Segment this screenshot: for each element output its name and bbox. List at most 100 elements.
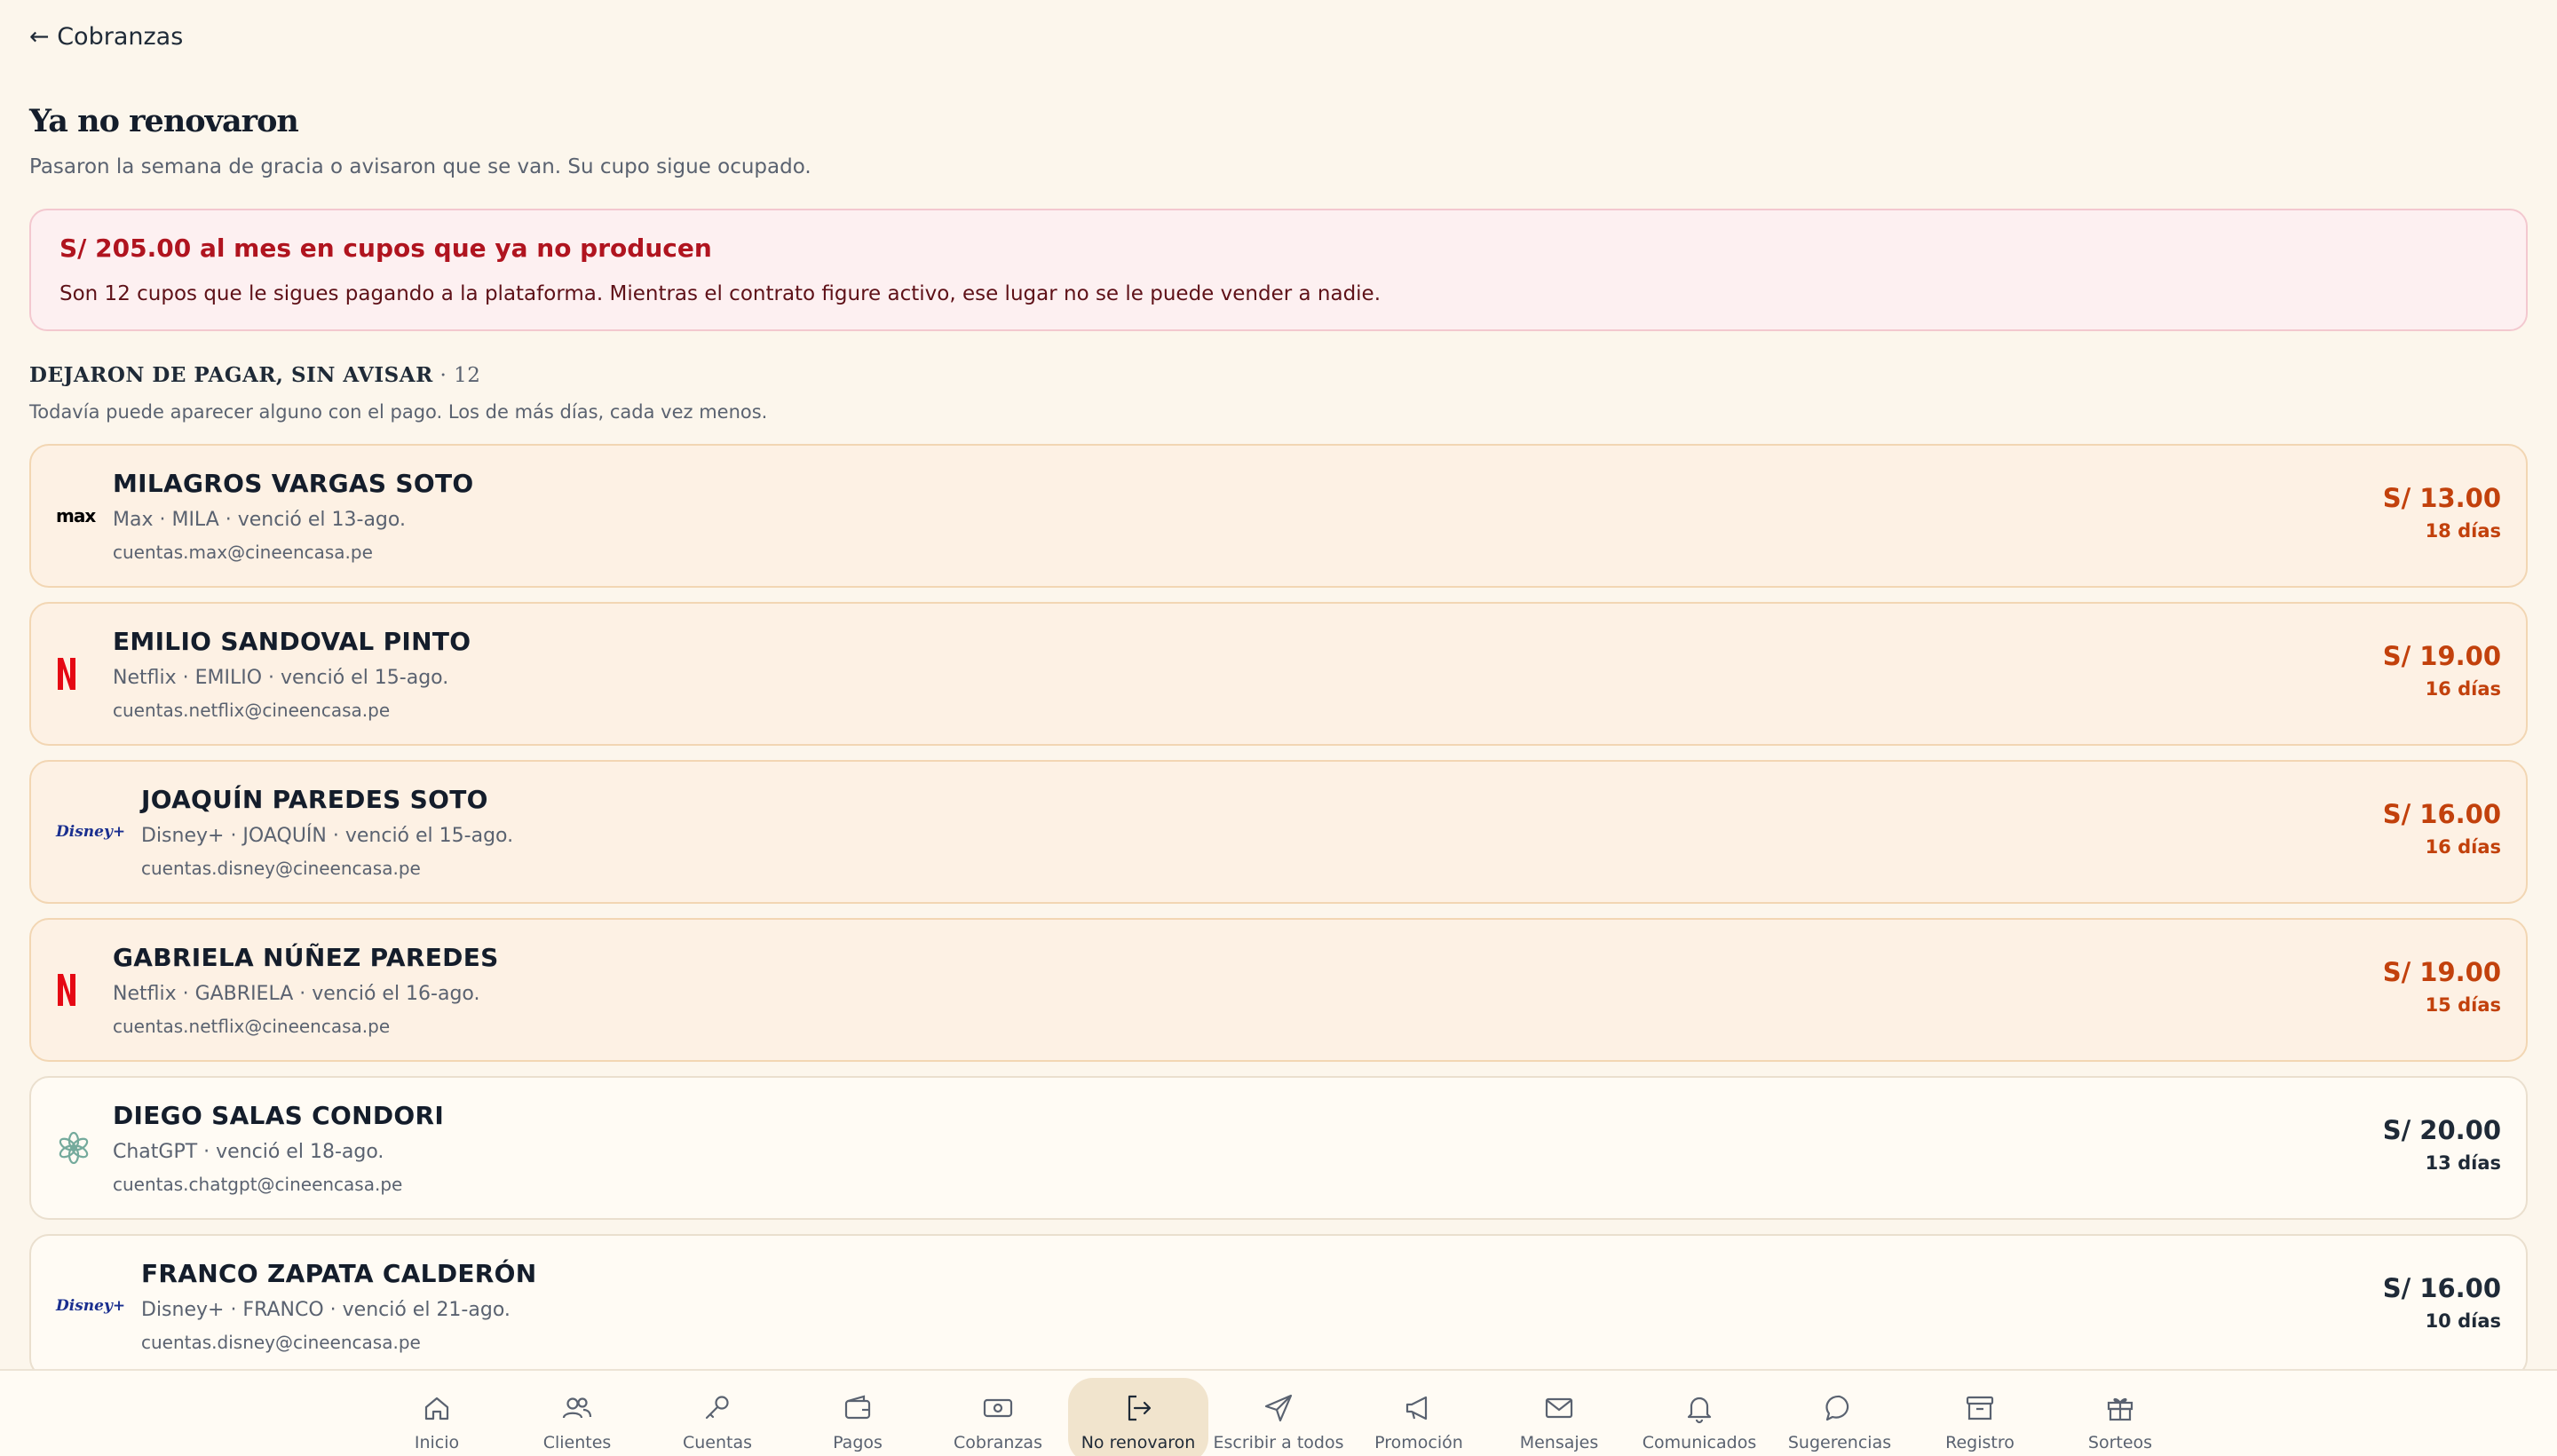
nav-label: Escribir a todos bbox=[1213, 1433, 1344, 1452]
nav-item-banknote[interactable]: Cobranzas bbox=[928, 1378, 1068, 1456]
client-name: JOAQUÍN PAREDES SOTO bbox=[141, 785, 488, 814]
bell-icon bbox=[1687, 1397, 1712, 1424]
client-row[interactable]: EMILIO SANDOVAL PINTO Netflix · EMILIO · … bbox=[29, 602, 2528, 746]
days-overdue: 16 días bbox=[2425, 836, 2501, 858]
nav-label: Clientes bbox=[542, 1433, 612, 1452]
disney-plus-logo: Disney+ bbox=[56, 823, 126, 841]
banknote-icon bbox=[983, 1398, 1013, 1418]
nav-label: Sugerencias bbox=[1787, 1433, 1892, 1452]
client-list: max MILAGROS VARGAS SOTO Max · MILA · venc… bbox=[29, 444, 2528, 1378]
users-icon bbox=[562, 1397, 592, 1419]
max-logo: max bbox=[56, 505, 96, 526]
section-title-text: DEJARON DE PAGAR, SIN AVISAR bbox=[29, 363, 433, 387]
days-overdue: 18 días bbox=[2425, 520, 2501, 542]
gift-icon bbox=[2107, 1397, 2133, 1421]
nav-item-chat-bubble[interactable]: Sugerencias bbox=[1769, 1378, 1910, 1456]
client-name: GABRIELA NÚÑEZ PAREDES bbox=[113, 943, 499, 972]
service-logo: Disney+ bbox=[56, 762, 126, 902]
bottom-nav: Inicio Clientes Cuentas Pagos Cobranzas No re… bbox=[0, 1369, 2557, 1456]
section-count: · 12 bbox=[432, 364, 481, 387]
client-info: FRANCO ZAPATA CALDERÓN Disney+ · FRANCO ·… bbox=[141, 1259, 536, 1353]
monthly-price: S/ 16.00 bbox=[2382, 1273, 2501, 1303]
netflix-logo bbox=[58, 974, 75, 1006]
client-meta: ChatGPT · venció el 18-ago. bbox=[113, 1141, 384, 1163]
account-email: cuentas.netflix@cineencasa.pe bbox=[113, 1016, 391, 1037]
client-name: FRANCO ZAPATA CALDERÓN bbox=[141, 1259, 537, 1288]
amount-block: S/ 20.00 13 días bbox=[2383, 1115, 2501, 1174]
nav-item-wallet[interactable]: Pagos bbox=[788, 1378, 928, 1456]
back-to-cobranzas-link[interactable]: ← Cobranzas bbox=[29, 20, 2528, 55]
nav-label: Pagos bbox=[833, 1433, 883, 1452]
client-meta: Disney+ · JOAQUÍN · venció el 15-ago. bbox=[141, 825, 514, 847]
key-icon bbox=[705, 1396, 729, 1420]
chatgpt-logo bbox=[59, 1131, 89, 1165]
nav-label: No renovaron bbox=[1081, 1433, 1196, 1452]
page-title: Ya no renovaron bbox=[29, 103, 299, 139]
alert-text: Son 12 cupos que le sigues pagando a la … bbox=[59, 282, 1381, 305]
monthly-price: S/ 13.00 bbox=[2382, 483, 2501, 513]
monthly-price: S/ 19.00 bbox=[2382, 957, 2501, 987]
megaphone-icon bbox=[1405, 1396, 1428, 1420]
archive-icon bbox=[1966, 1396, 1994, 1420]
nav-item-gift[interactable]: Sorteos bbox=[2050, 1378, 2190, 1456]
nav-item-home[interactable]: Inicio bbox=[367, 1378, 507, 1456]
amount-block: S/ 19.00 16 días bbox=[2383, 641, 2501, 700]
client-info: DIEGO SALAS CONDORI ChatGPT · venció el 1… bbox=[113, 1101, 444, 1195]
client-name: MILAGROS VARGAS SOTO bbox=[113, 469, 474, 498]
client-meta: Max · MILA · venció el 13-ago. bbox=[113, 509, 406, 531]
nav-item-send[interactable]: Escribir a todos bbox=[1208, 1378, 1349, 1456]
client-row[interactable]: DIEGO SALAS CONDORI ChatGPT · venció el 1… bbox=[29, 1076, 2528, 1220]
days-overdue: 15 días bbox=[2425, 994, 2501, 1016]
client-info: JOAQUÍN PAREDES SOTO Disney+ · JOAQUÍN · … bbox=[141, 785, 513, 879]
client-info: MILAGROS VARGAS SOTO Max · MILA · venció … bbox=[113, 469, 474, 563]
client-name: EMILIO SANDOVAL PINTO bbox=[113, 627, 471, 656]
nav-label: Inicio bbox=[414, 1433, 460, 1452]
page-content: ← Cobranzas Ya no renovaron Pasaron la s… bbox=[0, 20, 2557, 1378]
lost-revenue-alert: S/ 205.00 al mes en cupos que ya no prod… bbox=[29, 209, 2528, 331]
client-row[interactable]: max MILAGROS VARGAS SOTO Max · MILA · venc… bbox=[29, 444, 2528, 588]
account-email: cuentas.disney@cineencasa.pe bbox=[141, 1332, 421, 1353]
netflix-logo bbox=[58, 658, 75, 690]
days-overdue: 13 días bbox=[2425, 1152, 2501, 1174]
nav-item-logout[interactable]: No renovaron bbox=[1068, 1378, 1208, 1456]
nav-label: Sorteos bbox=[2087, 1433, 2153, 1452]
logout-icon bbox=[1128, 1395, 1152, 1421]
nav-item-key[interactable]: Cuentas bbox=[647, 1378, 788, 1456]
nav-item-archive[interactable]: Registro bbox=[1910, 1378, 2050, 1456]
disney-plus-logo: Disney+ bbox=[56, 1297, 126, 1315]
client-info: EMILIO SANDOVAL PINTO Netflix · EMILIO · … bbox=[113, 627, 471, 721]
nav-label: Cobranzas bbox=[954, 1433, 1042, 1452]
amount-block: S/ 16.00 10 días bbox=[2383, 1273, 2501, 1332]
alert-title: S/ 205.00 al mes en cupos que ya no prod… bbox=[59, 233, 712, 263]
client-row[interactable]: Disney+ JOAQUÍN PAREDES SOTO Disney+ · JOA… bbox=[29, 760, 2528, 904]
nav-label: Registro bbox=[1945, 1433, 2015, 1452]
amount-block: S/ 16.00 16 días bbox=[2383, 799, 2501, 858]
monthly-price: S/ 16.00 bbox=[2382, 799, 2501, 829]
amount-block: S/ 13.00 18 días bbox=[2383, 483, 2501, 542]
client-meta: Disney+ · FRANCO · venció el 21-ago. bbox=[141, 1299, 511, 1321]
section-subtitle: Todavía puede aparecer alguno con el pag… bbox=[29, 401, 768, 423]
client-row[interactable]: GABRIELA NÚÑEZ PAREDES Netflix · GABRIELA… bbox=[29, 918, 2528, 1062]
nav-item-users[interactable]: Clientes bbox=[507, 1378, 647, 1456]
client-meta: Netflix · EMILIO · venció el 15-ago. bbox=[113, 667, 449, 689]
account-email: cuentas.netflix@cineencasa.pe bbox=[113, 700, 391, 721]
account-email: cuentas.max@cineencasa.pe bbox=[113, 542, 373, 563]
chat-bubble-icon bbox=[1825, 1395, 1849, 1421]
client-row[interactable]: Disney+ FRANCO ZAPATA CALDERÓN Disney+ · F… bbox=[29, 1234, 2528, 1378]
mail-icon bbox=[1545, 1397, 1573, 1419]
service-logo: Disney+ bbox=[56, 1236, 126, 1376]
account-email: cuentas.chatgpt@cineencasa.pe bbox=[113, 1174, 403, 1195]
section-title: DEJARON DE PAGAR, SIN AVISAR · 12 bbox=[29, 363, 2528, 387]
nav-label: Comunicados bbox=[1642, 1433, 1757, 1452]
days-overdue: 10 días bbox=[2425, 1310, 2501, 1332]
nav-item-bell[interactable]: Comunicados bbox=[1629, 1378, 1769, 1456]
nav-item-mail[interactable]: Mensajes bbox=[1489, 1378, 1629, 1456]
nav-item-megaphone[interactable]: Promoción bbox=[1349, 1378, 1489, 1456]
client-info: GABRIELA NÚÑEZ PAREDES Netflix · GABRIELA… bbox=[113, 943, 499, 1037]
nav-label: Mensajes bbox=[1519, 1433, 1599, 1452]
amount-block: S/ 19.00 15 días bbox=[2383, 957, 2501, 1016]
home-icon bbox=[424, 1397, 449, 1420]
days-overdue: 16 días bbox=[2425, 678, 2501, 700]
monthly-price: S/ 19.00 bbox=[2382, 641, 2501, 671]
nav-label: Promoción bbox=[1374, 1433, 1463, 1452]
